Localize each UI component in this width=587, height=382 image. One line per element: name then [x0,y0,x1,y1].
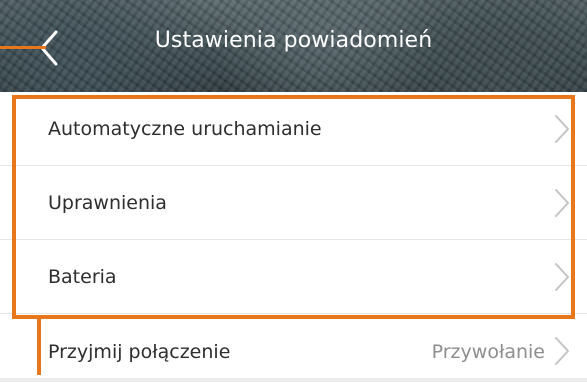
chevron-right-icon [555,115,569,143]
page-title: Ustawienia powiadomień [154,28,433,53]
chevron-right-icon [555,337,569,365]
annotation-pointer [0,46,46,49]
list-item-label: Automatyczne uruchamianie [48,118,322,140]
chevron-right-icon [555,263,569,291]
header-bar: Ustawienia powiadomień [0,0,587,92]
list-item-label: Bateria [48,266,117,288]
list-item-battery[interactable]: Bateria [0,240,587,314]
list-item-label: Uprawnienia [48,192,167,214]
list-item-autostart[interactable]: Automatyczne uruchamianie [0,92,587,166]
settings-list: Automatyczne uruchamianie Uprawnienia Ba… [0,92,587,378]
list-item-label: Przyjmij połączenie [48,341,231,363]
list-item-value: Przywołanie [431,341,545,363]
list-item-permissions[interactable]: Uprawnienia [0,166,587,240]
chevron-right-icon [555,189,569,217]
list-item-answer-call[interactable]: Przyjmij połączenie Przywołanie [0,314,587,378]
